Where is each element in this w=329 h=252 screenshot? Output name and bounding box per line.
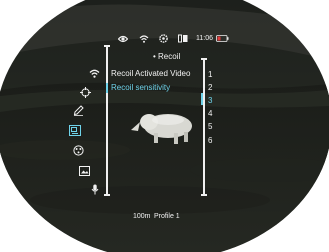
wifi-icon [139, 35, 149, 43]
wifi-icon[interactable] [89, 69, 100, 78]
battery-icon [216, 35, 229, 42]
menu-item-label: Recoil Activated Video [111, 69, 191, 78]
image-icon[interactable] [79, 166, 90, 176]
crosshair-icon[interactable] [80, 87, 91, 98]
level-indicator [201, 93, 203, 105]
level-option-5[interactable]: 5 [208, 122, 212, 131]
level-option-2[interactable]: 2 [208, 83, 212, 92]
clock-time: 11:06 [196, 35, 213, 42]
gear-icon [159, 34, 168, 43]
level-option-4[interactable]: 4 [208, 109, 212, 118]
level-option-3[interactable]: 3 [208, 96, 212, 105]
thermal-viewfinder: 11:06 • Recoil Recoil Activated Video Re… [0, 0, 329, 252]
menu-left-rail [104, 45, 110, 196]
menu-item-label: Recoil sensitivity [111, 83, 171, 92]
eye-icon [118, 35, 128, 43]
profile-name: Profile 1 [154, 213, 180, 220]
range-readout: 100m [133, 213, 151, 220]
menu-item-recoil-sensitivity[interactable]: Recoil sensitivity [106, 83, 203, 94]
level-option-1[interactable]: 1 [208, 70, 212, 79]
palette-icon[interactable] [73, 145, 84, 156]
menu-item-recoil-activated-video[interactable]: Recoil Activated Video [111, 69, 203, 80]
level-option-6[interactable]: 6 [208, 136, 212, 145]
menu-right-rail [201, 58, 207, 196]
pencil-icon[interactable] [73, 105, 84, 116]
microphone-icon[interactable] [91, 184, 99, 195]
map-marker-icon [178, 34, 188, 43]
menu-title: • Recoil [153, 52, 181, 61]
selection-marker [106, 83, 108, 93]
pip-icon[interactable] [69, 125, 81, 136]
